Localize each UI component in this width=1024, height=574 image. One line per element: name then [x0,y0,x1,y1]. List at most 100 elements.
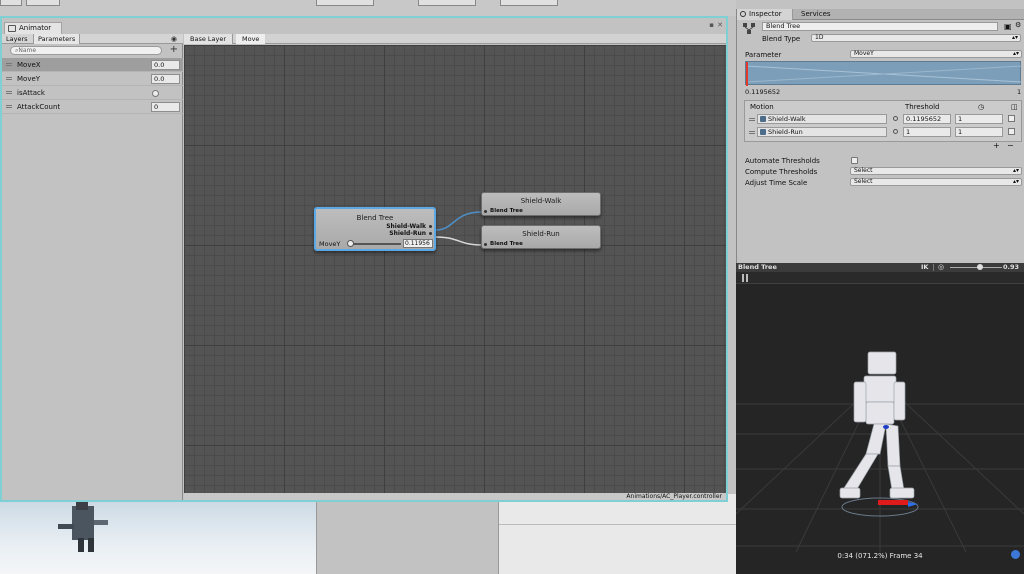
animator-icon [8,25,16,32]
node-title: Blend Tree [356,214,394,222]
mirror-icon: ◫ [1011,103,1018,111]
parameter-value-field[interactable]: 0 [151,102,180,112]
motion-name: Shield-Walk [768,115,806,123]
motion-node-shield-run[interactable]: Shield-Run Blend Tree [481,225,601,249]
motion-clip-field[interactable]: Shield-Walk [757,114,887,124]
parameter-name: MoveX [17,61,41,69]
editor-toolbar [0,0,736,16]
add-parameter-button[interactable]: + [170,44,178,55]
tab-services[interactable]: Services [795,9,845,20]
blend-tree-icon [743,23,755,34]
add-motion-button[interactable]: + [993,141,1000,150]
animator-tab-label: Animator [19,24,52,32]
parameter-row-movey[interactable]: MoveY 0.0 [2,72,183,86]
trigger-radio[interactable] [152,90,159,97]
toolbar-stub-local[interactable] [26,0,60,6]
blend-param-slider[interactable] [349,243,401,245]
breadcrumb-base-layer[interactable]: Base Layer [184,34,234,44]
compute-thresholds-dropdown[interactable]: Select ▴▾ [850,167,1022,175]
threshold-field[interactable]: 1 [903,127,951,137]
speed-field[interactable]: 1 [955,114,1003,124]
preview-timeline [736,272,1024,284]
object-name-field[interactable]: Blend Tree [762,22,998,31]
preview-title: Blend Tree [738,263,777,271]
motion-row[interactable]: Shield-Walk 0.1195652 1 [745,113,1021,125]
motion-header: Motion [750,103,774,111]
animator-graph-canvas[interactable]: Blend Tree Shield-Walk Shield-Run MoveY … [184,45,726,493]
eye-icon[interactable]: ◉ [171,35,177,43]
motion-clip-field[interactable]: Shield-Run [757,127,887,137]
play-controls-stub[interactable] [418,0,476,6]
transition-links [435,211,482,246]
speed-field[interactable]: 1 [955,127,1003,137]
hierarchy-tab-stub[interactable] [316,0,374,6]
divider [933,264,934,271]
motion-radio[interactable] [893,116,898,121]
blend-tree-node[interactable]: Blend Tree Shield-Walk Shield-Run MoveY … [314,207,436,251]
chevron-down-icon: ▴▾ [1011,34,1018,41]
blend-type-dropdown[interactable]: 1D ▴▾ [811,34,1021,42]
output-port[interactable] [429,232,432,235]
adjust-time-scale-dropdown[interactable]: Select ▴▾ [850,178,1022,186]
dropdown-value: 1D [815,34,824,41]
book-icon[interactable]: ▣ [1004,22,1012,31]
tab-inspector[interactable]: Inspector [737,9,793,20]
motion-node-shield-walk[interactable]: Shield-Walk Blend Tree [481,192,601,216]
inspector-panel: Inspector Services Blend Tree ▣ ⚙ Blend … [736,9,1024,263]
preview-3d-viewport[interactable] [736,284,1024,552]
slider-knob[interactable] [347,240,354,247]
threshold-field[interactable]: 0.1195652 [903,114,951,124]
parameter-dropdown[interactable]: MoveY ▴▾ [850,50,1022,58]
node-subtitle: Blend Tree [490,241,523,247]
automate-thresholds-checkbox[interactable] [851,157,858,164]
parameter-name: AttackCount [17,103,61,111]
parameter-search-input[interactable]: ⌕Name [10,46,162,55]
mirror-checkbox[interactable] [1008,115,1015,122]
compute-thresholds-label: Compute Thresholds [745,168,818,176]
mirror-checkbox[interactable] [1008,128,1015,135]
input-port[interactable] [484,243,487,246]
project-tab-stub[interactable] [500,0,558,6]
speed-slider[interactable] [950,267,1002,268]
parameter-row-movex[interactable]: MoveX 0.0 [2,58,183,72]
animator-window: Animator ▪ ✕ Layers Parameters ◉ ⌕Name +… [0,16,728,502]
tab-layers[interactable]: Layers [2,34,34,44]
blend-type-label: Blend Type [762,35,801,43]
parameter-row-isattack[interactable]: isAttack [2,86,183,100]
breadcrumb: Base Layer Move [184,34,726,44]
parameter-value-field[interactable]: 0.0 [151,60,180,70]
pause-icon[interactable] [741,274,750,282]
toolbar-stub-left[interactable] [0,0,22,6]
blend-current-value: 0.1195652 [745,88,781,96]
blend-max-value: 1 [1017,88,1022,96]
motion-radio[interactable] [893,129,898,134]
speed-value: 0.93 [1003,263,1020,271]
input-port[interactable] [484,210,487,213]
remove-motion-button[interactable]: − [1007,141,1014,150]
close-icon[interactable]: ✕ [717,21,723,29]
gear-icon[interactable]: ⚙ [1015,21,1021,29]
parameter-value-field[interactable]: 0.0 [151,74,180,84]
parameter-row-attackcount[interactable]: AttackCount 0 [2,100,183,114]
speed-icon: ◎ [938,263,945,271]
drag-handle-icon[interactable] [6,91,12,94]
slider-knob[interactable] [977,264,983,270]
pivot-icon[interactable] [1011,550,1020,559]
drag-handle-icon[interactable] [749,131,755,134]
breadcrumb-move[interactable]: Move [236,34,266,44]
project-panel-background [498,494,736,574]
window-menu-icon[interactable]: ▪ [709,21,714,29]
animator-tab[interactable]: Animator [4,22,62,34]
motion-row[interactable]: Shield-Run 1 1 [745,126,1021,138]
output-label: Shield-Run [389,230,426,237]
left-panel-tabs: Layers Parameters ◉ [2,34,183,44]
ik-toggle[interactable]: IK [921,263,928,272]
drag-handle-icon[interactable] [6,77,12,80]
drag-handle-icon[interactable] [6,105,12,108]
tab-parameters[interactable]: Parameters [34,34,80,44]
drag-handle-icon[interactable] [749,118,755,121]
output-port[interactable] [429,225,432,228]
blend-param-value-field[interactable]: 0.11956 [403,239,433,248]
blend-weight-graph[interactable] [745,61,1022,86]
drag-handle-icon[interactable] [6,63,12,66]
